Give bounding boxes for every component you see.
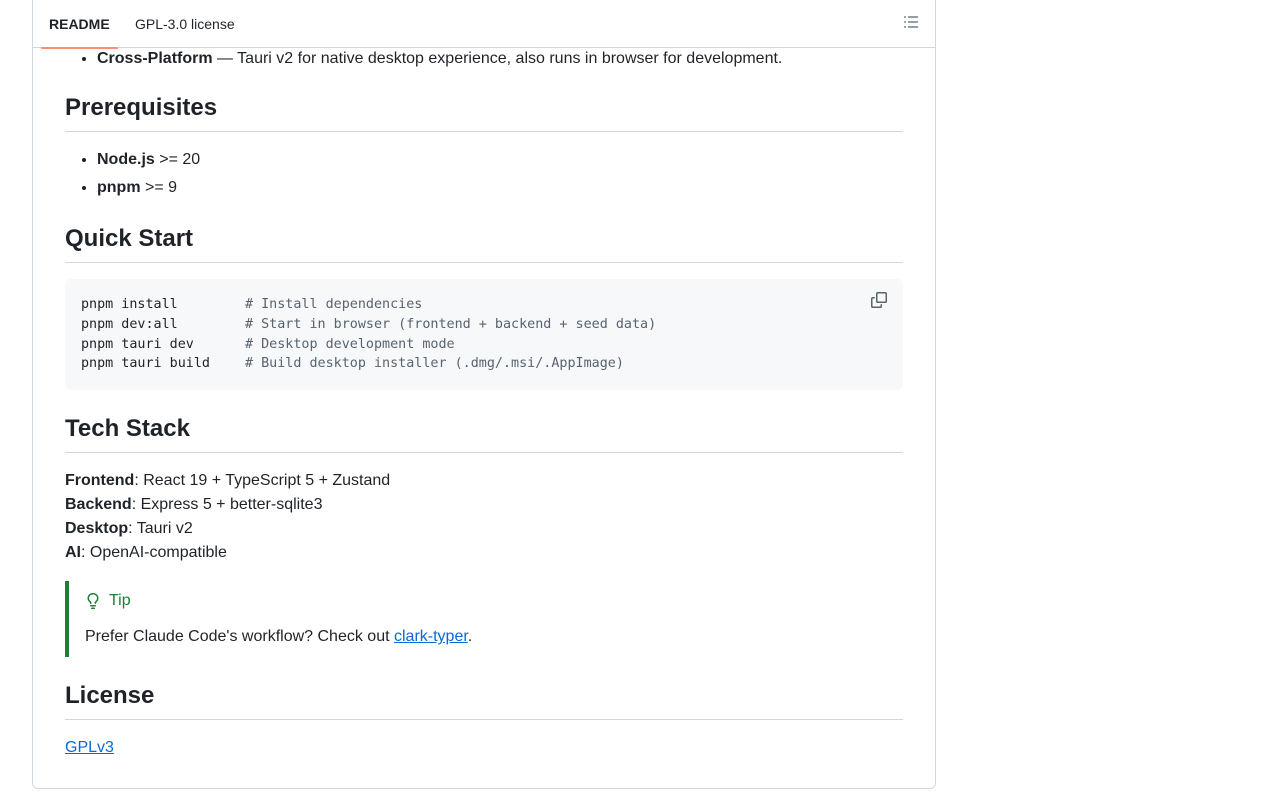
license-line: GPLv3	[65, 736, 903, 760]
prerequisites-list: Node.js >= 20 pnpm >= 9	[65, 148, 903, 200]
code-comment: # Build desktop installer (.dmg/.msi/.Ap…	[245, 356, 624, 372]
gplv3-link[interactable]: GPLv3	[65, 739, 114, 756]
tech-stack-list: Frontend: React 19 + TypeScript 5 + Zust…	[65, 469, 903, 565]
features-list: Cross-Platform — Tauri v2 for native des…	[65, 47, 903, 71]
prerequisites-heading: Prerequisites	[65, 93, 903, 132]
code-comment: # Start in browser (frontend + backend +…	[245, 316, 657, 332]
feature-text: — Tauri v2 for native desktop experience…	[212, 50, 783, 67]
quick-start-heading: Quick Start	[65, 224, 903, 263]
tip-title: Tip	[85, 589, 887, 613]
tech-value: : React 19 + TypeScript 5 + Zustand	[134, 472, 391, 490]
code-block: pnpm install # Install dependencies pnpm …	[65, 279, 903, 391]
list-item: Node.js >= 20	[97, 148, 903, 172]
tip-callout: Tip Prefer Claude Code's workflow? Check…	[65, 581, 903, 658]
tech-stack-line: AI: OpenAI-compatible	[65, 541, 903, 565]
tech-value: : OpenAI-compatible	[81, 544, 227, 562]
tip-body: Prefer Claude Code's workflow? Check out…	[85, 625, 887, 649]
list-item: pnpm >= 9	[97, 176, 903, 200]
tech-stack-line: Desktop: Tauri v2	[65, 517, 903, 541]
readme-content: Cross-Platform — Tauri v2 for native des…	[65, 48, 903, 760]
tech-stack-line: Backend: Express 5 + better-sqlite3	[65, 493, 903, 517]
copy-button[interactable]	[871, 292, 889, 310]
light-bulb-icon	[87, 593, 99, 610]
tech-stack-line: Frontend: React 19 + TypeScript 5 + Zust…	[65, 469, 903, 493]
tech-value: : Tauri v2	[128, 520, 193, 538]
code-command: pnpm install	[81, 297, 178, 312]
code-command: pnpm tauri dev	[81, 336, 194, 352]
prereq-version: >= 9	[140, 179, 178, 196]
code-command: pnpm tauri build	[81, 356, 210, 372]
tech-label: Desktop	[65, 520, 129, 538]
tip-text: Prefer Claude Code's workflow? Check out	[85, 628, 394, 646]
list-unordered-icon	[904, 16, 919, 28]
code-comment: # Install dependencies	[245, 297, 423, 312]
outline-button[interactable]	[903, 14, 921, 32]
prereq-name: Node.js	[97, 151, 155, 168]
feature-label: Cross-Platform	[97, 50, 213, 67]
clark-typer-link[interactable]: clark-typer	[394, 628, 468, 645]
tip-title-label: Tip	[109, 592, 131, 610]
code-command: pnpm dev:all	[81, 316, 178, 332]
copy-icon	[871, 292, 887, 308]
tab-license-label: GPL-3.0 license	[135, 16, 235, 32]
readme-panel: README GPL-3.0 license Cro	[32, 0, 936, 789]
tab-readme-label: README	[49, 16, 110, 32]
tab-license[interactable]: GPL-3.0 license	[127, 0, 243, 48]
tech-label: Frontend	[65, 472, 135, 490]
tech-label: AI	[65, 544, 81, 562]
prereq-version: >= 20	[154, 151, 201, 168]
tech-value: : Express 5 + better-sqlite3	[131, 496, 323, 514]
tech-label: Backend	[65, 496, 132, 514]
tech-stack-heading: Tech Stack	[65, 414, 903, 454]
code-comment: # Desktop development mode	[245, 336, 455, 352]
list-item: Cross-Platform — Tauri v2 for native des…	[97, 47, 903, 71]
readme-tabbar: README GPL-3.0 license	[33, 0, 935, 49]
tip-text-end: .	[467, 628, 473, 646]
license-heading: License	[65, 681, 903, 721]
tab-readme[interactable]: README	[41, 0, 118, 49]
prereq-name: pnpm	[97, 179, 141, 196]
